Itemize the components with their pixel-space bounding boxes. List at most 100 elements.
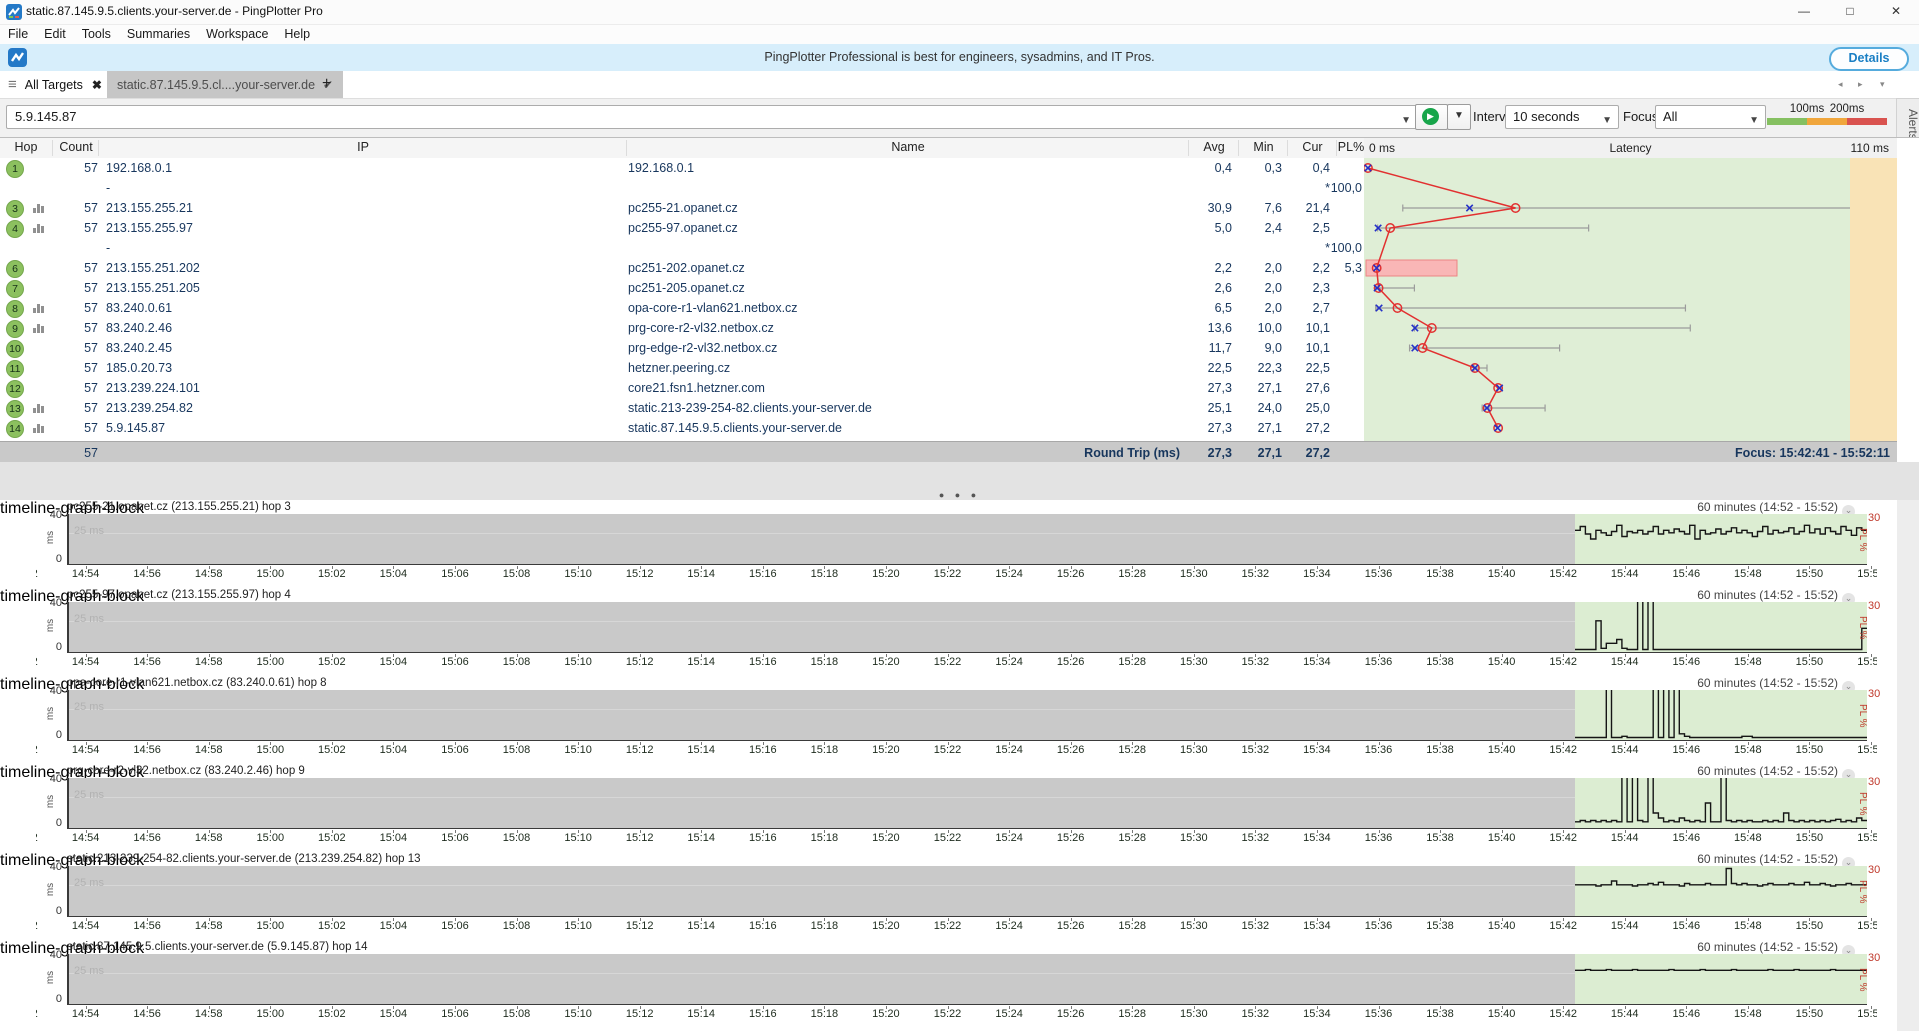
tab-scroll-right-icon[interactable]: ▸ bbox=[1858, 79, 1863, 90]
hamburger-icon[interactable]: ≡ bbox=[8, 76, 17, 93]
time-axis: 14:5214:5414:5614:5815:0015:0215:0415:06… bbox=[36, 566, 1877, 582]
time-tick-label: 15:00 bbox=[248, 832, 292, 844]
time-tick-label: 15:02 bbox=[310, 744, 354, 756]
time-tick-label: 15:10 bbox=[556, 568, 600, 580]
name-cell: prg-edge-r2-vl32.netbox.cz bbox=[628, 341, 1184, 355]
focus-region bbox=[1575, 954, 1867, 1004]
table-row[interactable]: 85783.240.0.61opa-core-r1-vlan621.netbox… bbox=[0, 298, 1364, 318]
close-button[interactable]: ✕ bbox=[1873, 0, 1919, 24]
chevron-down-icon[interactable]: ▼ bbox=[1749, 110, 1759, 132]
details-button[interactable]: Details bbox=[1829, 47, 1909, 71]
time-tick-label: 15:34 bbox=[1295, 920, 1339, 932]
menu-file[interactable]: File bbox=[0, 25, 36, 43]
table-row[interactable]: 357213.155.255.21pc255-21.opanet.cz30,97… bbox=[0, 198, 1364, 218]
time-tick-label: 15:02 bbox=[310, 832, 354, 844]
table-row[interactable]: -*100,0 bbox=[0, 178, 1364, 198]
table-row[interactable]: 105783.240.2.45prg-edge-r2-vl32.netbox.c… bbox=[0, 338, 1364, 358]
ip-cell: 213.239.254.82 bbox=[106, 401, 606, 415]
col-cur[interactable]: Cur bbox=[1287, 140, 1337, 156]
col-avg[interactable]: Avg bbox=[1188, 140, 1239, 156]
time-tick-label: 15:42 bbox=[1541, 568, 1585, 580]
table-row[interactable]: 457213.155.255.97pc255-97.opanet.cz5,02,… bbox=[0, 218, 1364, 238]
time-tick-label: 15:28 bbox=[1110, 832, 1154, 844]
play-icon: ▶ bbox=[1422, 108, 1439, 125]
name-cell: prg-core-r2-vl32.netbox.cz bbox=[628, 321, 1184, 335]
menu-tools[interactable]: Tools bbox=[74, 25, 119, 43]
chevron-down-icon[interactable]: ▼ bbox=[1401, 110, 1411, 132]
menu-help[interactable]: Help bbox=[276, 25, 318, 43]
avg-cell: 2,6 bbox=[1188, 281, 1232, 295]
focus-select[interactable]: All ▼ bbox=[1655, 105, 1766, 129]
time-tick-label: 15:04 bbox=[371, 1008, 415, 1020]
minimize-button[interactable]: — bbox=[1781, 0, 1827, 24]
col-pl[interactable]: PL% bbox=[1336, 140, 1365, 156]
menu-workspace[interactable]: Workspace bbox=[198, 25, 276, 43]
time-tick-label: 15:12 bbox=[618, 568, 662, 580]
time-tick-label: 15:40 bbox=[1480, 832, 1524, 844]
graph-title: static.213-239-254-82.clients.your-serve… bbox=[67, 853, 421, 865]
pl-axis-label: PL % bbox=[1857, 968, 1868, 992]
focus-region bbox=[1575, 690, 1867, 740]
target-toolbar: 5.9.145.87 ▼ ▶ ▼ Interval 10 seconds ▼ F… bbox=[0, 98, 1919, 138]
gridline-label-25ms: 25 ms bbox=[74, 613, 104, 625]
table-row[interactable]: 657213.155.251.202pc251-202.opanet.cz2,2… bbox=[0, 258, 1364, 278]
time-tick-label: 15:22 bbox=[926, 568, 970, 580]
table-row[interactable]: 1157185.0.20.73hetzner.peering.cz22,522,… bbox=[0, 358, 1364, 378]
col-min[interactable]: Min bbox=[1238, 140, 1288, 156]
time-axis: 14:5214:5414:5614:5815:0015:0215:0415:06… bbox=[36, 918, 1877, 934]
bar-chart-icon bbox=[33, 424, 46, 433]
tab-list-icon[interactable]: ▾ bbox=[1880, 79, 1885, 90]
latency-plot-area bbox=[1364, 158, 1897, 441]
menu-summaries[interactable]: Summaries bbox=[119, 25, 198, 43]
tab-all-targets[interactable]: ≡ All Targets ✖ bbox=[0, 71, 112, 98]
table-row[interactable]: 157192.168.0.1192.168.0.10,40,30,4 bbox=[0, 158, 1364, 178]
tab-scroll-left-icon[interactable]: ◂ bbox=[1838, 79, 1843, 90]
table-row[interactable]: 757213.155.251.205pc251-205.opanet.cz2,6… bbox=[0, 278, 1364, 298]
table-row[interactable]: 14575.9.145.87static.87.145.9.5.clients.… bbox=[0, 418, 1364, 438]
time-tick-label: 15:42 bbox=[1541, 920, 1585, 932]
bar-chart-icon bbox=[33, 404, 46, 413]
tab-label: static.87.145.9.5.cl....your-server.de bbox=[117, 78, 315, 92]
time-tick-label: 15:28 bbox=[1110, 656, 1154, 668]
col-ip[interactable]: IP bbox=[98, 140, 627, 156]
time-tick-label: 15:48 bbox=[1726, 568, 1770, 580]
table-row[interactable]: 95783.240.2.46prg-core-r2-vl32.netbox.cz… bbox=[0, 318, 1364, 338]
avg-cell: 27,3 bbox=[1188, 381, 1232, 395]
interval-select[interactable]: 10 seconds ▼ bbox=[1505, 105, 1619, 129]
time-tick-label: 15:26 bbox=[1049, 744, 1093, 756]
chevron-down-icon[interactable]: ▼ bbox=[1602, 110, 1612, 132]
time-tick-label: 14:58 bbox=[187, 656, 231, 668]
col-count[interactable]: Count bbox=[52, 140, 99, 156]
time-tick-label: 15:36 bbox=[1357, 656, 1401, 668]
y-min-label: 0 bbox=[38, 817, 62, 829]
time-tick-label: 15:26 bbox=[1049, 568, 1093, 580]
close-tab-icon[interactable]: ✖ bbox=[92, 78, 102, 92]
hop-badge: 6 bbox=[6, 260, 24, 278]
time-tick-label: 14:56 bbox=[125, 744, 169, 756]
time-tick-label: 15:18 bbox=[802, 656, 846, 668]
latency-trace-graph: 0 ms Latency 110 ms bbox=[1364, 138, 1897, 441]
gridline-label-25ms: 25 ms bbox=[74, 525, 104, 537]
gridline-label-25ms: 25 ms bbox=[74, 701, 104, 713]
col-name[interactable]: Name bbox=[626, 140, 1189, 156]
menu-edit[interactable]: Edit bbox=[36, 25, 74, 43]
hop-badge: 7 bbox=[6, 280, 24, 298]
focus-range-label: Focus: 15:42:41 - 15:52:11 bbox=[1640, 446, 1890, 460]
start-trace-button[interactable]: ▶ bbox=[1415, 104, 1448, 130]
tab-target[interactable]: static.87.145.9.5.cl....your-server.de ✔ bbox=[107, 71, 343, 98]
time-tick-label: 15:14 bbox=[679, 832, 723, 844]
trace-options-dropdown[interactable]: ▼ bbox=[1447, 104, 1471, 130]
time-tick-label: 14:56 bbox=[125, 832, 169, 844]
target-address-combo[interactable]: 5.9.145.87 ▼ bbox=[6, 105, 1418, 129]
splitter-handle[interactable]: ● ● ● bbox=[0, 490, 1919, 500]
table-row[interactable]: -*100,0 bbox=[0, 238, 1364, 258]
time-tick-label: 15:02 bbox=[310, 568, 354, 580]
time-axis: 14:5214:5414:5614:5815:0015:0215:0415:06… bbox=[36, 654, 1877, 670]
false: timeline-graph-blockopa-core-r1-vlan621.… bbox=[0, 676, 1897, 764]
pane-splitter[interactable]: ● ● ● bbox=[0, 462, 1919, 500]
new-tab-button[interactable]: + bbox=[322, 75, 331, 93]
maximize-button[interactable]: □ bbox=[1827, 0, 1873, 24]
table-row[interactable]: 1357213.239.254.82static.213-239-254-82.… bbox=[0, 398, 1364, 418]
col-hop[interactable]: Hop bbox=[0, 140, 52, 156]
table-row[interactable]: 1257213.239.224.101core21.fsn1.hetzner.c… bbox=[0, 378, 1364, 398]
